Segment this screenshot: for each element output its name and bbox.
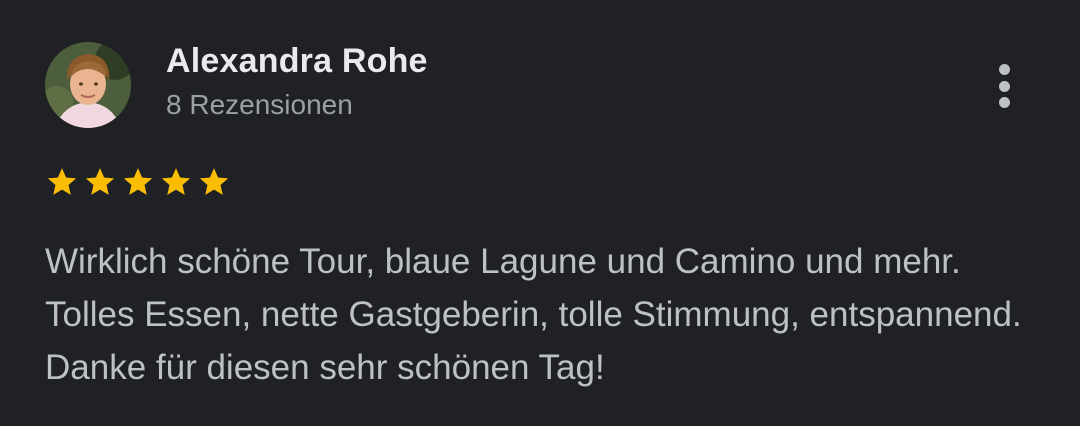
more-vert-icon — [998, 64, 1010, 75]
author-review-count: 8 Rezensionen — [166, 89, 353, 120]
star-icon — [199, 168, 229, 195]
star-rating — [44, 165, 232, 199]
avatar-photo-icon — [45, 42, 131, 128]
author-avatar[interactable] — [45, 42, 131, 128]
more-vert-icon-dot — [998, 97, 1010, 108]
author-name[interactable]: Alexandra Rohe — [166, 42, 428, 81]
review-card: Alexandra Rohe 8 Rezensionen Wirklich sc… — [0, 0, 1080, 426]
more-options-button[interactable] — [984, 58, 1024, 114]
star-icon — [161, 168, 191, 195]
star-icon — [85, 168, 115, 195]
review-text: Wirklich schöne Tour, blaue Lagune und C… — [45, 242, 1022, 387]
star-icon — [123, 168, 153, 195]
more-vert-icon-dot — [998, 80, 1010, 92]
star-icon — [47, 168, 77, 195]
